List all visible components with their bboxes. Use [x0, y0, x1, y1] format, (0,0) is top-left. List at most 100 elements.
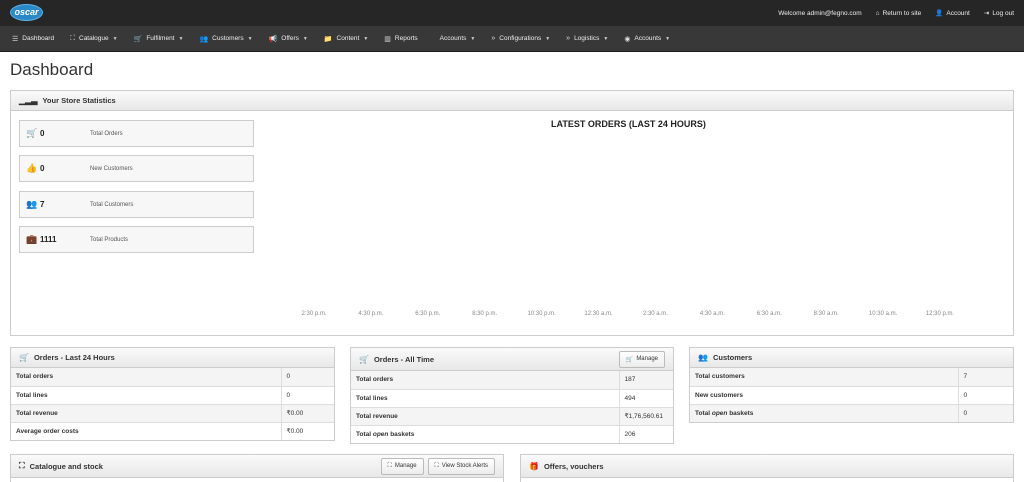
- table-row: New customers 0: [690, 385, 1013, 404]
- chart-x-tick-label: 2:30 a.m.: [642, 311, 668, 317]
- view-stock-alerts-button[interactable]: ⛶ View Stock Alerts: [427, 457, 495, 475]
- stat-total-customers: 👥 7 Total Customers: [19, 191, 254, 218]
- chart-title: LATEST ORDERS (LAST 24 HOURS): [551, 119, 706, 129]
- stat-value: 7: [40, 200, 45, 209]
- cart-icon: 🛒: [26, 128, 38, 138]
- bullhorn-icon: 📢: [268, 35, 278, 43]
- stat-label: New Customers: [90, 165, 133, 172]
- sitemap-icon: ⛶: [70, 34, 75, 42]
- account-link[interactable]: 👤 Account: [935, 9, 970, 18]
- catalogue-stock-panel: ⛶ Catalogue and stock ⛶ Manage ⛶ View Stoc…: [10, 454, 504, 482]
- panel-header: 🎁 Offers, vouchers: [521, 455, 1013, 478]
- row-label: New customers: [690, 385, 958, 404]
- row-value: 0: [280, 385, 334, 404]
- nav-customers[interactable]: 👥 Customers ▼: [199, 35, 252, 43]
- logout-link[interactable]: ⇥ Log out: [984, 9, 1014, 18]
- panel-header: 🛒 Orders - Last 24 Hours: [11, 348, 334, 368]
- nav-label: Accounts: [634, 35, 662, 42]
- customers-panel: 👥 Customers Total customers 7 New custome…: [689, 347, 1014, 423]
- table-row: Total lines 494: [351, 388, 673, 407]
- chart-x-tick-label: 6:30 a.m.: [756, 311, 782, 317]
- stat-new-customers: 👍 0 New Customers: [19, 155, 254, 182]
- nav-label: Logistics: [574, 35, 600, 42]
- briefcase-icon: 💼: [26, 234, 38, 244]
- table-row: Total open baskets 206: [351, 424, 673, 443]
- account-label: Account: [946, 9, 970, 17]
- nav-label: Customers: [212, 35, 244, 42]
- row-value: ₹1,76,560.61: [618, 406, 673, 425]
- stat-label: Total Products: [90, 236, 129, 243]
- folder-icon: 📁: [323, 35, 333, 43]
- manage-orders-button[interactable]: 🛒 Manage: [618, 350, 665, 368]
- button-label: View Stock Alerts: [441, 463, 488, 469]
- nav-logistics[interactable]: » Logistics ▼: [566, 35, 608, 42]
- caret-down-icon: ▼: [665, 35, 671, 42]
- label-part: Total: [695, 409, 712, 417]
- top-bar: oscar Welcome admin@fegno.com ⌂ Return t…: [0, 0, 1024, 26]
- nav-label: Accounts: [439, 35, 467, 42]
- row-label: Average order costs: [11, 421, 281, 440]
- table-row: Total revenue ₹1,76,560.61: [351, 406, 673, 425]
- nav-dashboard[interactable]: ☰ Dashboard: [12, 35, 54, 43]
- label-part: baskets: [388, 430, 415, 438]
- row-value: 187: [618, 371, 673, 389]
- row-label: Total lines: [351, 388, 619, 407]
- chart-x-tick-label: 10:30 a.m.: [868, 311, 898, 317]
- nav-catalogue[interactable]: ⛶ Catalogue ▼: [70, 35, 118, 43]
- caret-down-icon: ▼: [302, 35, 308, 42]
- sitemap-icon: ⛶: [19, 461, 25, 470]
- row-value: 206: [618, 424, 673, 443]
- button-label: Manage: [394, 463, 417, 469]
- nav-label: Dashboard: [22, 35, 55, 42]
- caret-down-icon: ▼: [178, 35, 184, 42]
- chart-x-tick-label: 12:30 p.m.: [925, 311, 955, 317]
- customers-table: Total customers 7 New customers 0 Total op…: [690, 368, 1013, 422]
- chart-x-tick-label: 10:30 p.m.: [527, 311, 556, 317]
- orders-24h-panel: 🛒 Orders - Last 24 Hours Total orders 0 T…: [10, 347, 335, 441]
- panel-title: Orders - Last 24 Hours: [33, 353, 115, 362]
- nav-reports[interactable]: ▥ Reports: [384, 35, 417, 43]
- label-part: open: [372, 430, 389, 438]
- nav-accounts-2[interactable]: ◉ Accounts ▼: [624, 35, 670, 43]
- nav-label: Content: [336, 35, 360, 42]
- return-to-site-label: Return to site: [882, 9, 922, 17]
- nav-accounts[interactable]: Accounts ▼: [440, 35, 476, 42]
- list-icon: ☰: [12, 35, 19, 43]
- nav-offers[interactable]: 📢 Offers ▼: [269, 35, 308, 43]
- nav-configurations[interactable]: » Configurations ▼: [491, 35, 550, 42]
- button-label: Manage: [636, 356, 658, 362]
- oscar-logo[interactable]: oscar: [10, 4, 43, 21]
- return-to-site-link[interactable]: ⌂ Return to site: [876, 10, 922, 17]
- chart-x-tick-label: 6:30 p.m.: [415, 311, 441, 317]
- users-icon: 👥: [698, 353, 708, 362]
- nav-label: Reports: [394, 35, 418, 42]
- manage-catalogue-button[interactable]: ⛶ Manage: [380, 457, 424, 475]
- globe-icon: ◉: [624, 35, 631, 43]
- chart-x-tick-label: 4:30 p.m.: [358, 311, 384, 317]
- chart-x-tick-label: 8:30 p.m.: [472, 311, 498, 317]
- caret-down-icon: ▼: [363, 35, 369, 42]
- orders-24h-table: Total orders 0 Total lines 0 Total revenue…: [11, 368, 334, 440]
- caret-down-icon: ▼: [545, 35, 551, 42]
- panel-title: Customers: [712, 353, 753, 362]
- nav-fulfilment[interactable]: 🛒 Fulfilment ▼: [134, 35, 184, 43]
- users-icon: 👥: [199, 35, 209, 43]
- sitemap-icon: ⛶: [387, 462, 392, 469]
- gift-icon: 🎁: [529, 461, 539, 471]
- row-value: 0: [957, 403, 1013, 422]
- nav-content[interactable]: 📁 Content ▼: [324, 35, 368, 43]
- orders-all-time-panel: 🛒 Orders - All Time 🛒 Manage Total orders…: [350, 347, 674, 444]
- row-value: 0: [957, 385, 1013, 404]
- panel-title: Catalogue and stock: [29, 461, 103, 471]
- row-label: Total open baskets: [690, 403, 958, 422]
- users-icon: 👥: [26, 199, 38, 209]
- chart-x-tick-label: 8:30 a.m.: [813, 311, 839, 317]
- cart-icon: 🛒: [133, 35, 143, 43]
- row-value: 0: [280, 368, 334, 386]
- caret-down-icon: ▼: [603, 35, 609, 42]
- logout-label: Log out: [992, 9, 1014, 17]
- table-row: Total lines 0: [11, 385, 334, 404]
- panel-title: Orders - All Time: [373, 354, 434, 364]
- stats-body: 🛒 0 Total Orders 👍 0 New Customers 👥 7 T…: [11, 111, 1013, 335]
- welcome-text: Welcome admin@fegno.com: [778, 9, 862, 17]
